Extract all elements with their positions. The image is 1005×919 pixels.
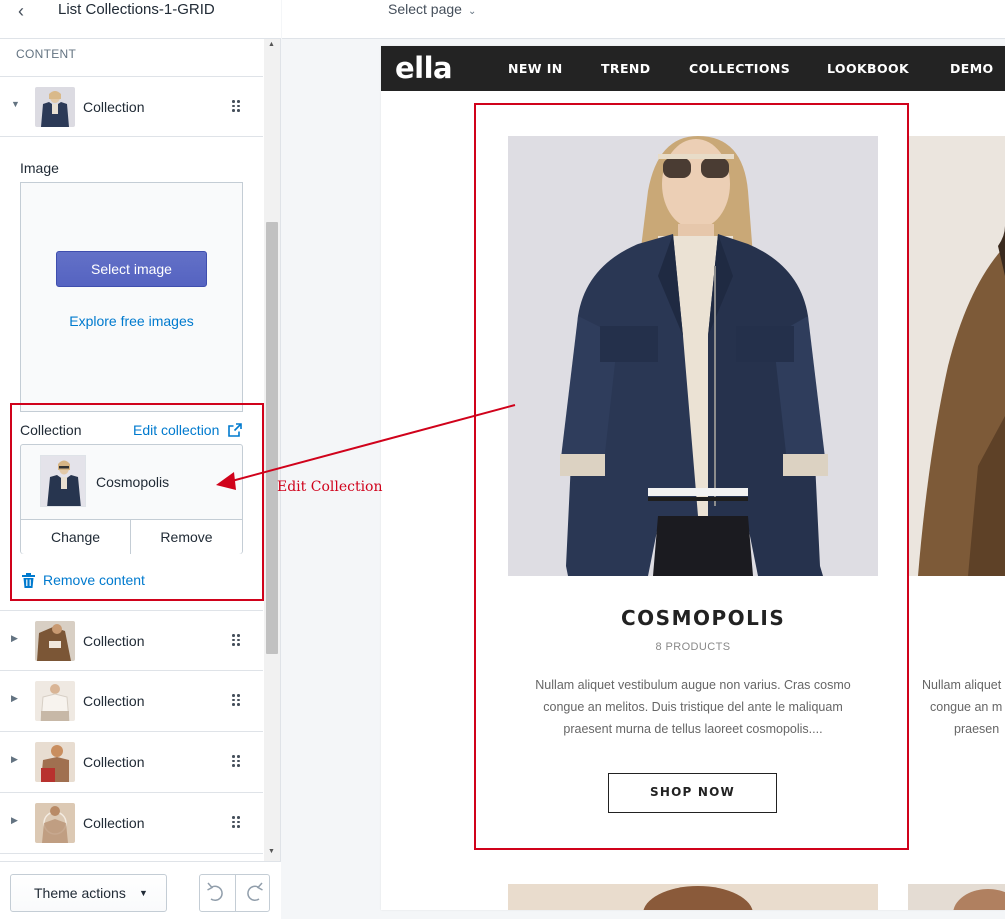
sidebar-scroll-area[interactable]: CONTENT ▼ Collection Image Select image … (0, 39, 263, 861)
theme-actions-button[interactable]: Theme actions ▼ (10, 874, 167, 912)
external-link-icon[interactable] (228, 423, 242, 437)
description-line: Nullam aliquet (922, 678, 1002, 692)
storefront-preview: ella NEW IN TREND COLLECTIONS LOOKBOOK D… (381, 46, 1005, 910)
lower-card-image[interactable] (508, 884, 878, 910)
drag-handle-icon[interactable] (231, 99, 241, 113)
caret-down-icon: ▼ (139, 888, 148, 898)
nav-item-trend[interactable]: TREND (601, 61, 651, 76)
description-line: congue an m (930, 700, 1003, 714)
redo-button[interactable] (236, 875, 270, 911)
image-picker: Select image Explore free images (20, 182, 243, 412)
block-row-collection-1[interactable]: ▼ Collection (0, 76, 263, 137)
selected-collection-thumbnail (40, 455, 86, 507)
caret-right-icon[interactable]: ▶ (11, 633, 21, 644)
drag-handle-icon[interactable] (231, 633, 241, 647)
sidebar-scrollbar[interactable]: ▲ ▼ (264, 39, 280, 861)
store-navigation-bar: ella NEW IN TREND COLLECTIONS LOOKBOOK D… (381, 46, 1005, 91)
block-row-collection-3[interactable]: ▶ Collection (0, 671, 263, 732)
remove-collection-button[interactable]: Remove (131, 519, 242, 554)
sidebar-header: ‹ List Collections-1-GRID (0, 0, 281, 39)
back-arrow-icon[interactable]: ‹ (12, 0, 30, 22)
annotation-label: Edit Collection (277, 479, 383, 495)
undo-redo-group (199, 874, 270, 912)
collection-thumbnail-3 (35, 681, 75, 721)
drag-handle-icon[interactable] (231, 693, 241, 707)
collection-thumbnail-5 (35, 803, 75, 843)
caret-right-icon[interactable]: ▶ (11, 693, 21, 704)
block-label: Collection (83, 633, 145, 649)
select-page-dropdown[interactable]: Select page ⌄ (388, 0, 476, 20)
theme-actions-label: Theme actions (34, 885, 126, 901)
sidebar-footer: Theme actions ▼ (0, 861, 281, 919)
nav-item-new-in[interactable]: NEW IN (508, 61, 563, 76)
lower-next-card-image[interactable] (908, 884, 1005, 910)
description-line: congue an melitos. Duis tristique del an… (543, 700, 843, 714)
section-title: List Collections-1-GRID (58, 1, 215, 18)
remove-content-label: Remove content (43, 572, 145, 588)
theme-editor-sidebar: ‹ List Collections-1-GRID CONTENT ▼ Coll… (0, 0, 281, 919)
collection-description: Nullam aliquet vestibulum augue non vari… (508, 674, 878, 740)
scroll-down-icon[interactable]: ▼ (268, 848, 275, 855)
collection-thumbnail-1 (35, 87, 75, 127)
description-line: praesent murna de tellus laoreet cosmopo… (563, 722, 823, 736)
block-label: Collection (83, 754, 145, 770)
change-collection-button[interactable]: Change (21, 519, 131, 554)
block-row-collection-2[interactable]: ▶ Collection (0, 610, 263, 671)
caret-down-icon[interactable]: ▼ (11, 99, 21, 109)
scrollbar-thumb[interactable] (266, 222, 278, 654)
selected-collection-card: Cosmopolis Change Remove (20, 444, 243, 554)
caret-right-icon[interactable]: ▶ (11, 754, 21, 765)
chevron-down-icon: ⌄ (467, 6, 477, 17)
scroll-up-icon[interactable]: ▲ (268, 41, 275, 48)
collection-title[interactable]: COSMOPOLIS (381, 606, 1005, 630)
store-logo[interactable]: ella (395, 50, 453, 86)
image-setting-label: Image (20, 160, 59, 176)
selected-collection-name: Cosmopolis (96, 474, 170, 490)
block-row-collection-5[interactable]: ▶ Collection (0, 793, 263, 854)
redo-icon (247, 882, 263, 902)
next-collection-description: Nullam aliquet congue an m praesen (908, 674, 1005, 740)
drag-handle-icon[interactable] (231, 754, 241, 768)
collection-thumbnail-4 (35, 742, 75, 782)
nav-item-lookbook[interactable]: LOOKBOOK (827, 61, 909, 76)
collection-card-image[interactable] (508, 136, 878, 576)
select-page-label: Select page (388, 1, 462, 17)
block-label: Collection (83, 815, 145, 831)
description-line: Nullam aliquet vestibulum augue non vari… (535, 678, 851, 692)
description-line: praesen (954, 722, 1000, 736)
nav-item-collections[interactable]: COLLECTIONS (689, 61, 790, 76)
collection-setting-label: Collection (20, 422, 82, 438)
next-collection-card-image[interactable] (908, 136, 1005, 576)
block-label: Collection (83, 693, 145, 709)
explore-free-images-link[interactable]: Explore free images (21, 313, 242, 329)
select-image-button[interactable]: Select image (56, 251, 207, 287)
edit-collection-link[interactable]: Edit collection (133, 422, 219, 438)
nav-item-demo[interactable]: DEMO (950, 61, 994, 76)
shop-now-button[interactable]: SHOP NOW (608, 773, 777, 813)
preview-topbar: Select page ⌄ (282, 0, 1005, 39)
block-label: Collection (83, 99, 145, 115)
undo-button[interactable] (200, 875, 234, 911)
product-count: 8 PRODUCTS (655, 641, 731, 653)
undo-icon (207, 882, 223, 902)
trash-icon (22, 573, 35, 588)
content-section-label: CONTENT (16, 47, 77, 61)
drag-handle-icon[interactable] (231, 815, 241, 829)
collection-thumbnail-2 (35, 621, 75, 661)
block-row-collection-4[interactable]: ▶ Collection (0, 732, 263, 793)
caret-right-icon[interactable]: ▶ (11, 815, 21, 826)
